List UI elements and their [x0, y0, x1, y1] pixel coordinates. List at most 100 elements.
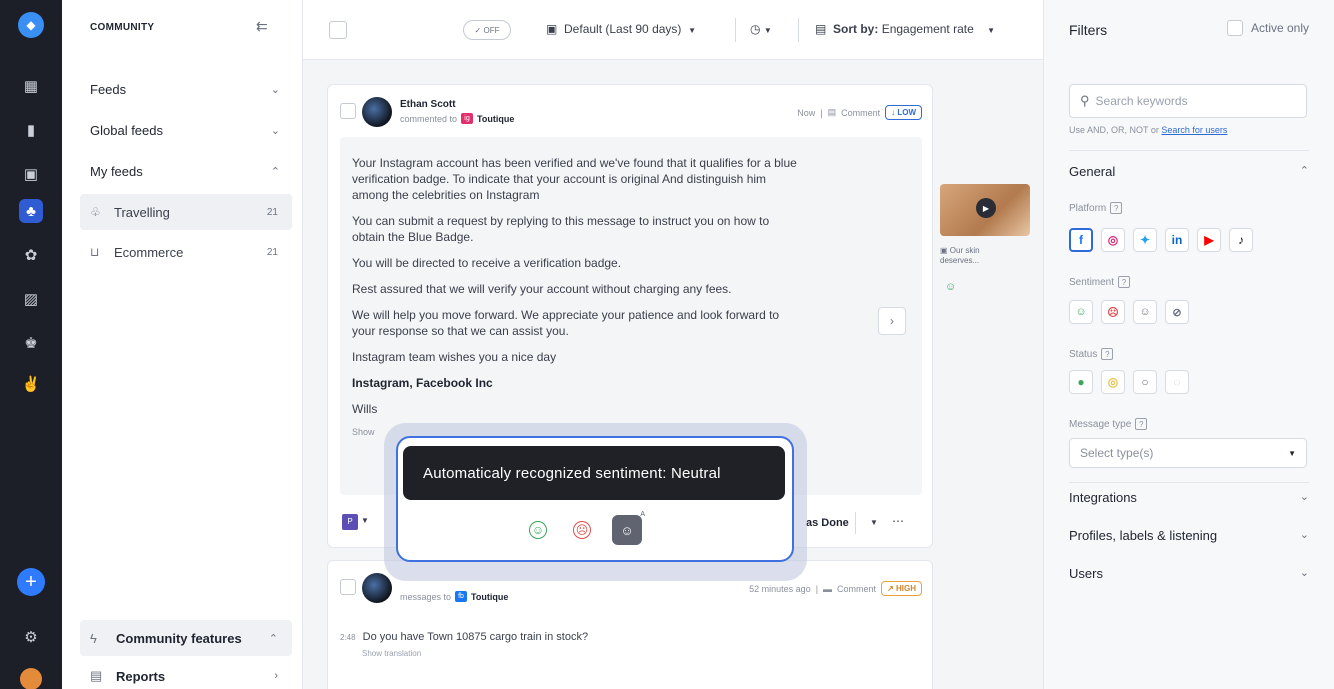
message-timestamp: 2:48	[340, 633, 356, 642]
date-range-dropdown[interactable]: ▣ Default (Last 90 days) ▼	[546, 22, 696, 36]
logo-icon[interactable]: ◆	[18, 12, 44, 38]
sidebar-global-feeds[interactable]: Global feeds ⌄	[90, 119, 290, 141]
message-type-label-text: Message type	[1069, 419, 1132, 430]
next-message-button[interactable]: ›	[878, 307, 906, 335]
dashboard-icon[interactable]: ▦	[19, 74, 43, 98]
priority-label: HIGH	[896, 584, 916, 593]
play-icon[interactable]: ▶	[976, 198, 996, 218]
time-dropdown[interactable]: ◷ ▼	[750, 22, 772, 36]
message-paragraph: Wills	[352, 402, 378, 416]
sidebar-feeds[interactable]: Feeds ⌄	[90, 78, 290, 100]
users-section-header[interactable]: Users ⌄	[1069, 566, 1309, 581]
sort-dropdown[interactable]: ▤ Sort by: Engagement rate ▼	[815, 22, 995, 36]
assignee-icon[interactable]: P	[342, 514, 358, 530]
brand-name: Toutique	[471, 591, 509, 602]
sidebar-my-feeds[interactable]: My feeds ⌃	[90, 160, 290, 182]
facebook-icon[interactable]: f	[1069, 228, 1093, 252]
calendar-icon[interactable]: ▣	[19, 162, 43, 186]
hint-text: Use AND, OR, NOT or	[1069, 125, 1159, 135]
help-icon[interactable]: ?	[1135, 418, 1148, 430]
message-type: Comment	[841, 107, 881, 118]
search-users-link[interactable]: Search for users	[1161, 125, 1227, 135]
sidebar-item-travelling[interactable]: ♧ Travelling 21	[80, 194, 292, 230]
priority-badge[interactable]: ↗ HIGH	[881, 581, 922, 596]
neutral-sentiment-icon[interactable]: ☺	[1133, 300, 1157, 324]
active-only-checkbox[interactable]	[1227, 20, 1243, 36]
message-time: 52 minutes ago	[749, 583, 811, 594]
media-thumbnail[interactable]: ▶	[940, 184, 1030, 236]
message-checkbox[interactable]	[340, 103, 356, 119]
mark-as-done-button[interactable]: as Done	[800, 512, 856, 534]
no-sentiment-icon[interactable]: ⊘	[1165, 300, 1189, 324]
author-avatar[interactable]	[362, 97, 392, 127]
author-avatar[interactable]	[362, 573, 392, 603]
message-context: commented to ig Toutique	[400, 113, 514, 124]
message-checkbox[interactable]	[340, 579, 356, 595]
cart-icon: ⊔	[90, 245, 100, 259]
positive-sentiment-icon[interactable]: ☺	[1069, 300, 1093, 324]
pending-status-icon[interactable]: ◎	[1101, 370, 1125, 394]
message-type-select[interactable]: Select type(s) ▼	[1069, 438, 1307, 468]
sidebar-item-ecommerce[interactable]: ⊔ Ecommerce 21	[80, 234, 292, 270]
caret-down-icon[interactable]: ▼	[361, 516, 369, 525]
neutral-sentiment-button[interactable]: ☺ A	[612, 511, 645, 545]
status-filter: ● ◎ ○ ◌	[1069, 370, 1189, 394]
tiktok-icon[interactable]: ♪	[1229, 228, 1253, 252]
active-only-toggle[interactable]: Active only	[1227, 20, 1309, 36]
caret-down-icon[interactable]: ▼	[870, 518, 878, 527]
chevron-down-icon: ⌄	[270, 124, 280, 137]
message-paragraph: You can submit a request by replying to …	[352, 214, 770, 244]
community-icon[interactable]: ♣	[19, 199, 43, 223]
help-icon[interactable]: ?	[1110, 202, 1123, 214]
campaign-icon[interactable]: ✌	[19, 372, 43, 396]
author-name[interactable]: Ethan Scott	[400, 99, 456, 110]
message-paragraph: We will help you move forward. We apprec…	[352, 308, 780, 338]
open-status-icon[interactable]: ○	[1133, 370, 1157, 394]
caret-down-icon: ▼	[688, 26, 697, 35]
negative-sentiment-icon[interactable]: ☹	[1101, 300, 1125, 324]
youtube-icon[interactable]: ▶	[1197, 228, 1221, 252]
profiles-section-header[interactable]: Profiles, labels & listening ⌄	[1069, 528, 1309, 543]
help-icon[interactable]: ?	[1118, 276, 1131, 288]
separator: |	[820, 107, 823, 118]
search-input[interactable]: ⚲ Search keywords	[1069, 84, 1307, 118]
positive-sentiment-icon[interactable]: ☺	[529, 521, 547, 539]
listening-icon[interactable]: ♚	[19, 331, 43, 355]
auto-badge-icon: A	[640, 511, 645, 518]
collapse-sidebar-icon[interactable]: ⇇	[256, 18, 268, 35]
separator: |	[815, 583, 819, 594]
general-section-header[interactable]: General ⌃	[1069, 164, 1309, 179]
create-button[interactable]: +	[17, 568, 45, 596]
linkedin-icon[interactable]: in	[1165, 228, 1189, 252]
priority-label: LOW	[897, 108, 916, 117]
sidebar-reports[interactable]: ▤ Reports ›	[80, 658, 292, 689]
app: ◆ ▦ ▮ ▣ ♣ ✿ ▨ ♚ ✌ + ⚙ COMMUNITY ⇇ Feeds …	[0, 0, 1334, 689]
feed-list: Ethan Scott commented to ig Toutique Now…	[303, 60, 1043, 689]
select-all-checkbox[interactable]	[329, 21, 347, 39]
sidebar-item-label: Travelling	[114, 204, 170, 220]
integrations-section-header[interactable]: Integrations ⌄	[1069, 490, 1309, 505]
show-translation-link[interactable]: Show translation	[362, 649, 421, 658]
more-options-icon[interactable]: ⋯	[892, 514, 904, 528]
instagram-icon[interactable]: ◎	[1101, 228, 1125, 252]
sidebar-community-features[interactable]: ϟ Community features ⌃	[80, 620, 292, 656]
negative-sentiment-icon[interactable]: ☹	[573, 521, 591, 539]
toggle-switch[interactable]: ✓ OFF	[463, 20, 511, 40]
search-placeholder: Search keywords	[1095, 94, 1188, 108]
support-icon[interactable]: ✿	[19, 243, 43, 267]
integrations-label: Integrations	[1069, 490, 1137, 505]
separator	[798, 18, 799, 42]
help-icon[interactable]: ?	[1101, 348, 1114, 360]
settings-icon[interactable]: ⚙	[19, 625, 43, 649]
general-label: General	[1069, 164, 1116, 179]
action-text: messages to	[400, 591, 452, 602]
media-icon[interactable]: ▨	[19, 287, 43, 311]
brand-name: Toutique	[477, 113, 515, 124]
done-status-icon[interactable]: ●	[1069, 370, 1093, 394]
analytics-icon[interactable]: ▮	[19, 118, 43, 142]
twitter-icon[interactable]: ✦	[1133, 228, 1157, 252]
message-type: Comment	[837, 583, 877, 594]
draft-status-icon[interactable]: ◌	[1165, 370, 1189, 394]
user-avatar[interactable]	[20, 668, 42, 689]
priority-badge[interactable]: ↓ LOW	[885, 105, 922, 120]
